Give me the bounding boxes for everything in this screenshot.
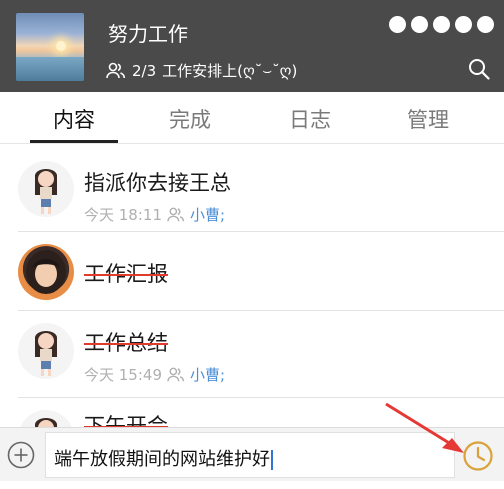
cartoon-girl-avatar-icon (35, 418, 57, 428)
avatar (18, 244, 74, 300)
tab-bar: 内容 完成 日志 管理 (0, 92, 504, 144)
avatar (18, 410, 74, 428)
menu-dot (433, 16, 450, 33)
menu-dot (389, 16, 406, 33)
task-meta: 今天 15:49 小曹; (84, 364, 225, 385)
task-meta: 今天 18:11 小曹; (84, 204, 225, 225)
active-tab-indicator (30, 140, 118, 143)
tab-content[interactable]: 内容 (34, 104, 114, 134)
avatar (18, 161, 74, 217)
cartoon-girl-avatar-icon (35, 169, 57, 214)
task-time: 今天 15:49 (84, 366, 162, 384)
photo-avatar-icon (26, 250, 66, 294)
group-meta: 2/3 工作安排上(ღ˘⌣˘ღ) (106, 60, 297, 81)
task-title: 工作汇报 (84, 262, 168, 286)
menu-dot (411, 16, 428, 33)
annotation-arrow-icon (385, 402, 464, 453)
text-caret (271, 450, 273, 470)
task-item[interactable]: 工作汇报 (0, 232, 504, 310)
more-menu-button[interactable] (389, 16, 494, 33)
cover-sun (56, 41, 66, 51)
task-assignee[interactable]: 小曹; (190, 364, 225, 385)
group-cover-image[interactable] (16, 13, 84, 81)
cartoon-girl-avatar-icon (35, 331, 57, 376)
avatar (18, 323, 74, 379)
add-circle-icon[interactable] (7, 441, 35, 469)
task-title: 下午开会 (84, 414, 168, 428)
menu-dot (455, 16, 472, 33)
assignee-icon (167, 367, 185, 381)
member-count: 2/3 (132, 61, 157, 80)
assignee-icon (167, 207, 185, 221)
tab-log[interactable]: 日志 (270, 104, 350, 134)
task-input-value: 端午放假期间的网站维护好 (54, 449, 270, 470)
cover-sea (16, 57, 84, 81)
people-icon (106, 62, 126, 78)
task-title: 指派你去接王总 (84, 171, 231, 195)
group-subtitle: 工作安排上(ღ˘⌣˘ღ) (162, 62, 298, 80)
menu-dot (477, 16, 494, 33)
search-icon[interactable] (468, 58, 490, 80)
tab-done[interactable]: 完成 (150, 104, 230, 134)
group-title: 努力工作 (108, 22, 188, 46)
task-title: 工作总结 (84, 331, 168, 355)
group-header: 努力工作 2/3 工作安排上(ღ˘⌣˘ღ) (0, 0, 504, 92)
tab-manage[interactable]: 管理 (388, 104, 468, 134)
task-time: 今天 18:11 (84, 206, 162, 224)
task-item[interactable]: 指派你去接王总 今天 18:11 小曹; (0, 145, 504, 231)
task-item[interactable]: 工作总结 今天 15:49 小曹; (0, 311, 504, 397)
task-assignee[interactable]: 小曹; (190, 204, 225, 225)
